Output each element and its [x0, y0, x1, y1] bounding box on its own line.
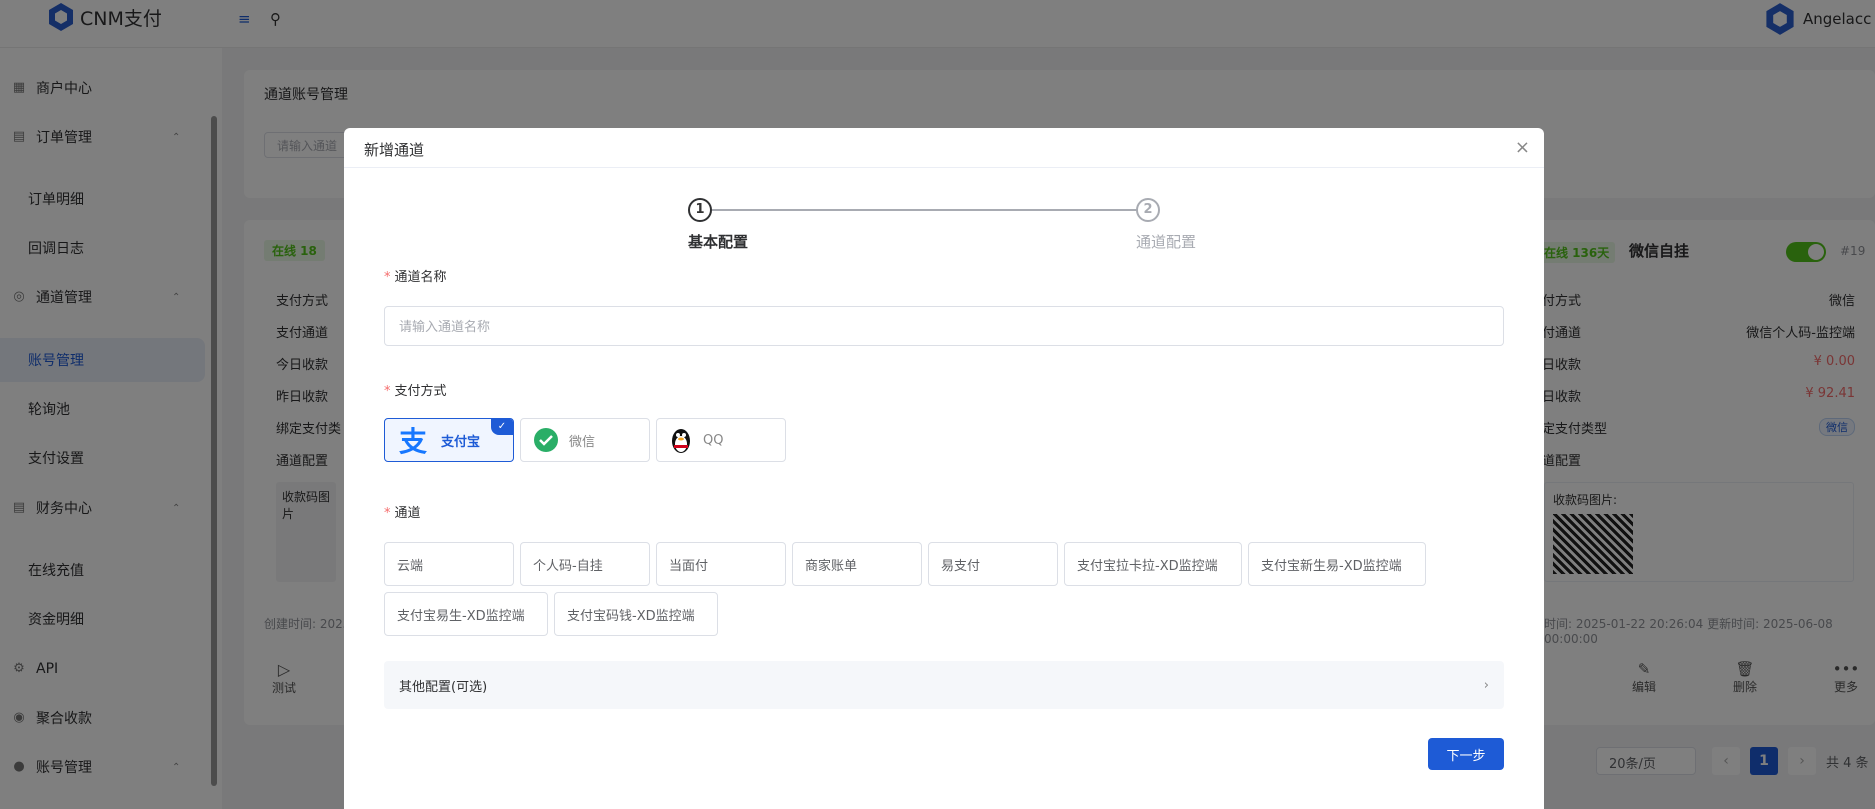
step-1-circle: 1: [688, 198, 712, 222]
step-2-label: 通道配置: [1136, 233, 1197, 251]
add-channel-dialog: 新增通道 × 1 2 基本配置 通道配置 *通道名称 *支付方式 支 支付宝 ✓…: [344, 128, 1544, 809]
required-mark: *: [384, 506, 391, 521]
alipay-icon: 支: [399, 425, 427, 455]
wechat-icon: [534, 428, 558, 452]
channel-option[interactable]: 商家账单: [792, 542, 922, 586]
dialog-title: 新增通道: [364, 141, 425, 159]
channel-option[interactable]: 支付宝易生-XD监控端: [384, 592, 548, 636]
check-icon: ✓: [491, 419, 513, 435]
qq-penguin-icon: [672, 429, 690, 453]
channel-name-input[interactable]: [384, 306, 1504, 346]
next-step-button[interactable]: 下一步: [1428, 738, 1504, 770]
label-text: 通道名称: [394, 270, 447, 285]
pay-option-qq[interactable]: QQ: [656, 418, 786, 462]
stepper: 1 2 基本配置 通道配置: [688, 198, 1208, 258]
svg-text:支: 支: [399, 425, 427, 455]
pay-option-label: 支付宝: [441, 434, 481, 450]
channel-option[interactable]: 云端: [384, 542, 514, 586]
channel-option[interactable]: 支付宝新生易-XD监控端: [1248, 542, 1426, 586]
step-1-label: 基本配置: [688, 233, 749, 251]
close-icon[interactable]: ×: [1515, 137, 1530, 158]
step-connector: [712, 209, 1138, 211]
other-config-collapse[interactable]: 其他配置(可选) ›: [384, 661, 1504, 709]
channel-label: * 通道: [384, 502, 421, 521]
channel-option[interactable]: 当面付: [656, 542, 786, 586]
step-2-circle: 2: [1136, 198, 1160, 222]
required-mark: *: [384, 384, 391, 399]
channel-option[interactable]: 支付宝码钱-XD监控端: [554, 592, 718, 636]
chevron-right-icon: ›: [1483, 677, 1489, 693]
dialog-header: 新增通道 ×: [344, 128, 1544, 168]
channel-option[interactable]: 易支付: [928, 542, 1058, 586]
pay-option-wechat[interactable]: 微信: [520, 418, 650, 462]
required-mark: *: [384, 270, 391, 285]
channel-option[interactable]: 支付宝拉卡拉-XD监控端: [1064, 542, 1242, 586]
label-text: 支付方式: [394, 384, 447, 399]
pay-method-label: * 支付方式: [384, 380, 447, 399]
pay-option-label: 微信: [569, 434, 596, 450]
channel-name-label: * 通道名称: [384, 266, 447, 285]
other-config-label: 其他配置(可选): [399, 679, 488, 695]
pay-option-alipay[interactable]: 支 支付宝 ✓: [384, 418, 514, 462]
pay-option-label: QQ: [703, 432, 724, 448]
channel-option[interactable]: 个人码-自挂: [520, 542, 650, 586]
label-text: 通道: [394, 506, 421, 521]
